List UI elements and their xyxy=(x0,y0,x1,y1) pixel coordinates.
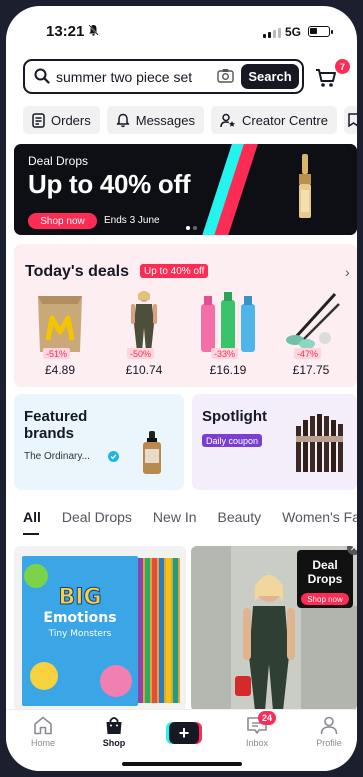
deal-product[interactable]: -33% £16.19 xyxy=(198,290,258,380)
tab-womens-fashion[interactable]: Women's Fa xyxy=(282,509,357,541)
tab-all[interactable]: All xyxy=(23,509,41,541)
overlay-shop-now-button[interactable]: Shop now xyxy=(301,593,349,605)
discount-badge: -33% xyxy=(211,348,239,359)
messages-label: Messages xyxy=(135,112,195,128)
nav-home[interactable]: Home xyxy=(13,716,73,748)
banner-headline: Up to 40% off xyxy=(28,169,191,199)
messages-link[interactable]: Messages xyxy=(106,106,204,134)
book-title-line1: BIG xyxy=(58,585,101,610)
quick-links: Orders Messages Creator Centre xyxy=(23,106,357,134)
overlay-line2: Drops xyxy=(307,572,343,586)
makeup-brushes-image xyxy=(296,414,343,472)
product-image-brush xyxy=(286,292,340,349)
inbox-count-badge: 24 xyxy=(258,711,277,725)
bell-icon xyxy=(116,113,129,127)
discount-badge: -51% xyxy=(43,348,71,359)
profile-icon xyxy=(320,716,338,735)
spotlight-card[interactable]: Spotlight Daily coupon xyxy=(192,394,357,490)
mascara-product-image xyxy=(299,154,311,218)
tab-deal-drops[interactable]: Deal Drops xyxy=(62,509,132,541)
cart-button[interactable]: 7 xyxy=(315,59,350,89)
status-bar: 13:21 5G xyxy=(6,6,357,54)
product-image-bag xyxy=(38,296,82,352)
tag-icon xyxy=(348,113,357,127)
nav-shop[interactable]: Shop xyxy=(84,716,144,748)
shop-bag-icon xyxy=(106,717,122,734)
camera-icon[interactable] xyxy=(217,68,234,83)
verified-check-icon xyxy=(108,451,119,462)
orders-link[interactable]: Orders xyxy=(23,106,100,134)
discount-badge: -47% xyxy=(294,348,322,359)
deal-product[interactable]: -50% £10.74 xyxy=(114,290,174,380)
product-image-jumpsuit xyxy=(131,291,157,352)
search-input[interactable]: summer two piece set xyxy=(56,69,192,85)
signal-icon xyxy=(263,28,281,38)
phone-screen: 13:21 5G summer two piece set Search 7 O… xyxy=(6,6,357,771)
product-price: £16.19 xyxy=(209,363,247,377)
search-button[interactable]: Search xyxy=(241,64,299,89)
deal-product[interactable]: -51% £4.89 xyxy=(30,290,90,380)
product-image-sprays xyxy=(201,292,255,352)
deal-drops-overlay[interactable]: Deal Drops Shop now xyxy=(297,550,353,608)
featured-brands-card[interactable]: Featured brands The Ordinary... xyxy=(14,394,184,490)
banner-kicker: Deal Drops xyxy=(28,154,89,168)
nav-inbox-label: Inbox xyxy=(245,738,269,748)
creator-icon xyxy=(220,113,235,127)
orders-icon xyxy=(32,112,45,128)
nav-profile-label: Profile xyxy=(316,738,342,748)
cart-count-badge: 7 xyxy=(335,59,350,74)
banner-pagination xyxy=(186,226,197,230)
home-icon xyxy=(34,716,52,735)
product-card-book-set[interactable]: BIG Emotions Tiny Monsters xyxy=(14,546,186,711)
search-icon xyxy=(34,68,50,84)
nav-inbox[interactable]: Inbox xyxy=(227,716,287,748)
product-price: £10.74 xyxy=(125,363,163,377)
nav-home-label: Home xyxy=(30,738,55,748)
deals-tag: Up to 40% off xyxy=(140,264,209,278)
cart-icon xyxy=(316,69,336,87)
category-tabs: All Deal Drops New In Beauty Women's Fa xyxy=(23,509,357,541)
silent-bell-icon xyxy=(88,24,99,39)
todays-deals-section[interactable]: Today's deals Up to 40% off › -51% £4.89… xyxy=(14,244,357,387)
creator-centre-link[interactable]: Creator Centre xyxy=(210,106,337,134)
featured-brands-title: Featured brands xyxy=(24,408,88,442)
tab-beauty[interactable]: Beauty xyxy=(218,509,262,541)
deals-title: Today's deals xyxy=(25,263,129,280)
nav-profile[interactable]: Profile xyxy=(299,716,357,748)
product-card-jumpsuit[interactable]: Deal Drops Shop now ✕ xyxy=(191,546,357,711)
book-title-line2: Emotions xyxy=(43,610,116,626)
book-title-line3: Tiny Monsters xyxy=(48,629,112,639)
creator-centre-label: Creator Centre xyxy=(241,112,328,128)
chevron-right-icon[interactable]: › xyxy=(345,264,350,280)
home-indicator xyxy=(122,762,242,766)
product-price: £17.75 xyxy=(292,363,330,377)
serum-bottle-image xyxy=(143,431,161,474)
banner-end-date: Ends 3 June xyxy=(104,215,160,226)
tab-new-in[interactable]: New In xyxy=(153,509,197,541)
banner-shop-now-button[interactable]: Shop now xyxy=(28,213,97,229)
status-time: 13:21 xyxy=(46,23,85,40)
spotlight-title: Spotlight xyxy=(202,408,267,425)
overlay-line1: Deal xyxy=(312,558,338,572)
create-post-button[interactable]: + xyxy=(169,722,199,744)
nav-shop-label: Shop xyxy=(102,738,126,748)
search-bar[interactable]: summer two piece set Search xyxy=(23,59,304,94)
orders-label: Orders xyxy=(51,112,91,128)
discount-badge: -50% xyxy=(127,348,155,359)
promo-banner[interactable]: Deal Drops Up to 40% off Shop now Ends 3… xyxy=(14,144,357,235)
book-box-image: BIG Emotions Tiny Monsters xyxy=(14,546,186,711)
product-price: £4.89 xyxy=(44,363,76,377)
network-label: 5G xyxy=(285,25,302,39)
battery-icon xyxy=(308,26,333,37)
featured-brand-name: The Ordinary... xyxy=(24,451,90,462)
deal-product[interactable]: -47% £17.75 xyxy=(281,290,341,380)
daily-coupon-tag: Daily coupon xyxy=(202,434,263,447)
more-link[interactable] xyxy=(343,106,357,134)
